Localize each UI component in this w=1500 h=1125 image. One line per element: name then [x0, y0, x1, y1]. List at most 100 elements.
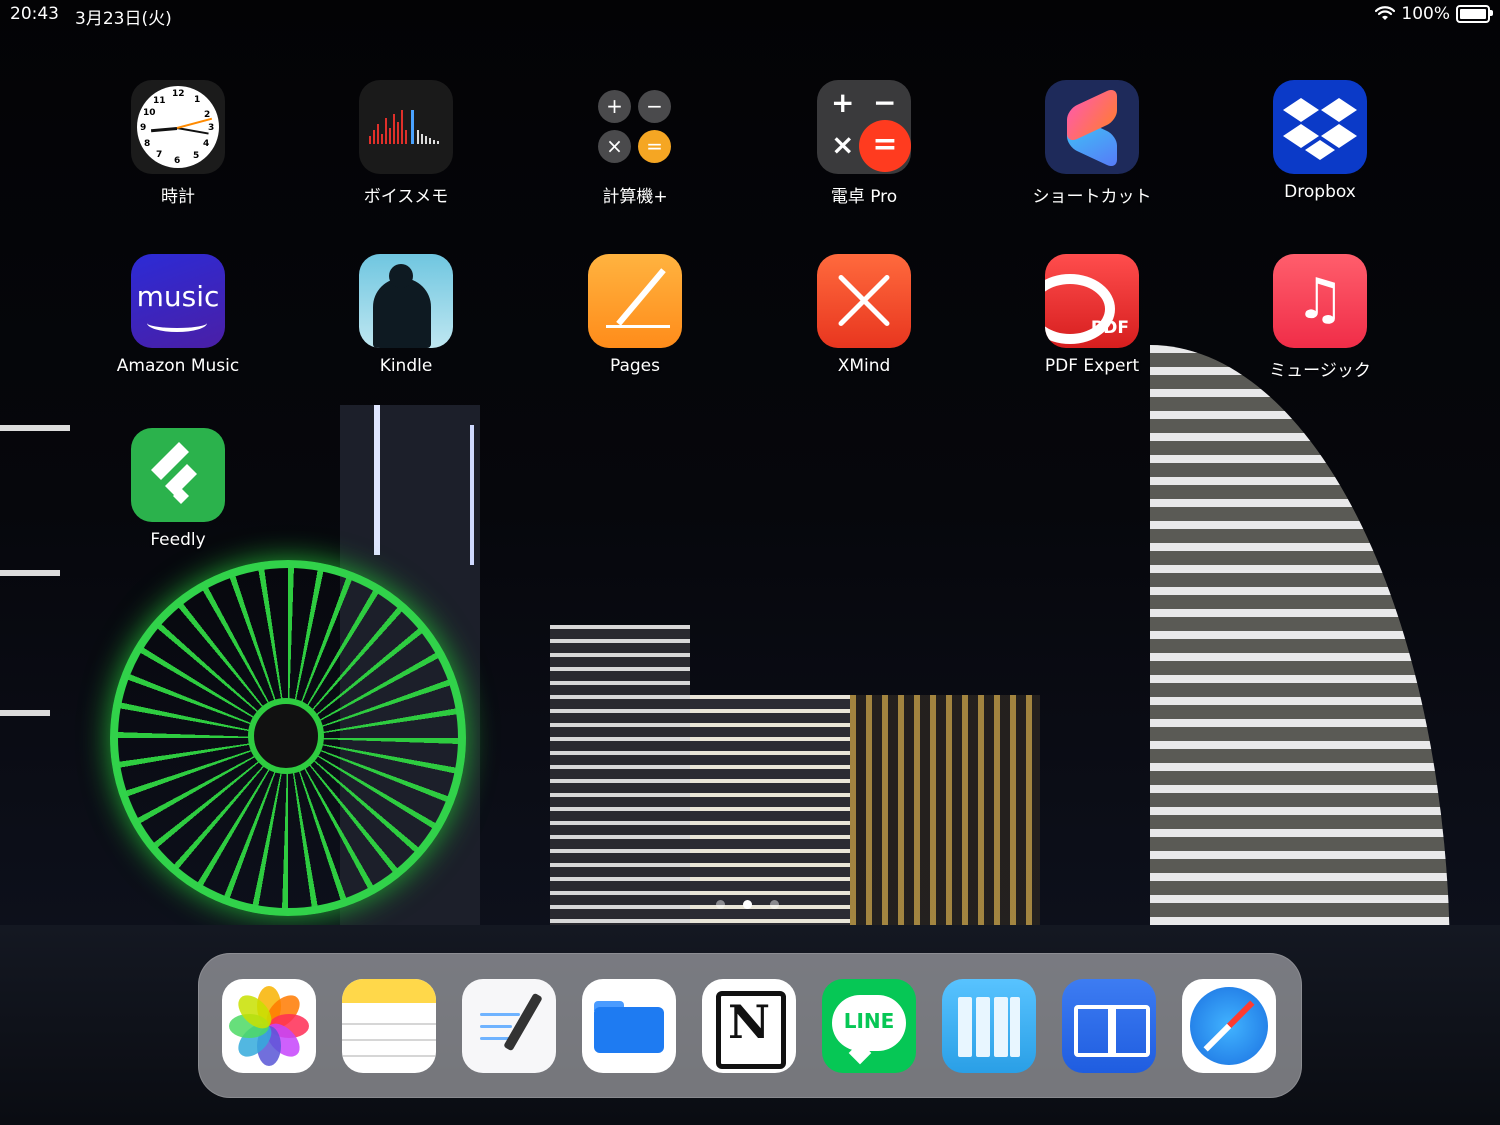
dropbox-icon[interactable]: [1273, 80, 1367, 174]
calculator-pro-icon[interactable]: + − × =: [817, 80, 911, 174]
light-streak: [0, 710, 50, 716]
app-label: ショートカット: [1032, 187, 1152, 207]
app-kindle[interactable]: Kindle: [316, 254, 496, 376]
dropbox-logo: [1283, 98, 1357, 160]
feedly-icon[interactable]: [131, 428, 225, 522]
line-wordmark: LINE: [843, 1009, 895, 1033]
app-calculator-pro[interactable]: + − × = 電卓 Pro: [774, 80, 954, 207]
notes-icon[interactable]: [342, 979, 436, 1073]
books-icon[interactable]: [1062, 979, 1156, 1073]
app-label: Kindle: [379, 356, 433, 376]
writing-line: [480, 1025, 512, 1028]
page-dot-active[interactable]: [743, 900, 752, 909]
app-label: ミュージック: [1269, 361, 1371, 381]
app-label: ボイスメモ: [363, 187, 449, 207]
xmind-icon[interactable]: [817, 254, 911, 348]
note-glyph: ♫: [1294, 267, 1346, 332]
app-feedly[interactable]: Feedly: [88, 428, 268, 550]
app-voice-memo[interactable]: ボイスメモ: [316, 80, 496, 207]
folder-icon: [594, 1007, 664, 1053]
amazon-music-wordmark: music: [136, 280, 220, 313]
library-icon[interactable]: [942, 979, 1036, 1073]
page-dot[interactable]: [716, 900, 725, 909]
app-label: 計算機+: [602, 187, 668, 207]
app-xmind[interactable]: XMind: [774, 254, 954, 376]
amazon-smile: [147, 314, 207, 332]
book-spine: [1010, 997, 1020, 1057]
battery-icon: [1456, 5, 1493, 23]
kindle-icon[interactable]: [359, 254, 453, 348]
app-label: Feedly: [150, 530, 206, 550]
minus-icon: −: [873, 86, 897, 119]
files-icon[interactable]: [582, 979, 676, 1073]
pen-icon: [503, 992, 543, 1052]
line-icon[interactable]: LINE: [822, 979, 916, 1073]
app-amazon-music[interactable]: music Amazon Music: [88, 254, 268, 376]
wifi-icon: [1375, 6, 1396, 20]
app-label: 電卓 Pro: [830, 187, 898, 207]
pdf-tag: PDF: [1090, 318, 1129, 338]
waveform-icon[interactable]: [359, 80, 453, 174]
waveform: [367, 110, 445, 144]
app-label: Dropbox: [1284, 182, 1356, 202]
page-indicator[interactable]: [716, 900, 779, 909]
calculator-icon[interactable]: + − × =: [588, 80, 682, 174]
book-spine: [976, 997, 990, 1057]
page-dot[interactable]: [770, 900, 779, 909]
multiply-icon: ×: [598, 130, 631, 163]
reader-silhouette: [373, 278, 431, 348]
building: [550, 625, 690, 965]
multiply-icon: ×: [831, 128, 855, 161]
app-label: 時計: [161, 187, 195, 207]
pages-icon[interactable]: [588, 254, 682, 348]
plus-icon: +: [598, 90, 631, 123]
app-label: Pages: [609, 356, 660, 376]
feedly-logo: [151, 442, 197, 504]
app-clock[interactable]: 12 1 2 3 4 5 6 7 8 9 10 11 時計: [88, 80, 268, 207]
app-music[interactable]: ♫ ミュージック: [1230, 254, 1410, 381]
notion-icon[interactable]: N: [702, 979, 796, 1073]
book-spine: [994, 997, 1008, 1057]
app-label: PDF Expert: [1044, 356, 1140, 376]
book-spine: [958, 997, 972, 1057]
app-label: Amazon Music: [116, 356, 240, 376]
equals-icon: =: [638, 130, 671, 163]
plus-icon: +: [831, 86, 855, 119]
photos-icon[interactable]: [222, 979, 316, 1073]
notion-letter: N: [727, 995, 771, 1049]
notes-line: [342, 1023, 436, 1025]
light-streak: [0, 570, 60, 576]
status-bar: 20:43 3月23日(火) 100%: [0, 0, 1500, 30]
pen-icon: [616, 268, 666, 326]
minus-icon: −: [638, 90, 671, 123]
reader-head: [389, 264, 413, 288]
equals-icon: =: [859, 120, 911, 172]
notes-line: [342, 1055, 436, 1057]
music-note-icon[interactable]: ♫: [1273, 254, 1367, 348]
app-dropbox[interactable]: Dropbox: [1230, 80, 1410, 202]
dock: N LINE: [198, 953, 1302, 1098]
notes-header: [342, 979, 436, 1003]
baseline: [606, 325, 670, 328]
status-right: 100%: [1375, 4, 1493, 24]
shortcuts-icon[interactable]: [1045, 80, 1139, 174]
clock-icon[interactable]: 12 1 2 3 4 5 6 7 8 9 10 11: [131, 80, 225, 174]
photos-flower: [229, 986, 309, 1066]
goodnotes-icon[interactable]: [462, 979, 556, 1073]
book-page: [1108, 1005, 1150, 1057]
amazon-music-icon[interactable]: music: [131, 254, 225, 348]
safari-icon[interactable]: [1182, 979, 1276, 1073]
app-pdf-expert[interactable]: PDF PDF Expert: [1002, 254, 1182, 376]
notes-line: [342, 1039, 436, 1041]
status-time: 20:43: [10, 4, 59, 24]
app-calculator-plus[interactable]: + − × = 計算機+: [545, 80, 725, 207]
light-streak: [0, 425, 70, 431]
pdf-expert-icon[interactable]: PDF: [1045, 254, 1139, 348]
app-label: XMind: [837, 356, 891, 376]
ferris-wheel: [110, 560, 466, 916]
app-shortcuts[interactable]: ショートカット: [1002, 80, 1182, 207]
battery-percent: 100%: [1401, 4, 1450, 24]
app-pages[interactable]: Pages: [545, 254, 725, 376]
status-date: 3月23日(火): [75, 9, 172, 29]
sail-hotel: [1150, 345, 1450, 965]
